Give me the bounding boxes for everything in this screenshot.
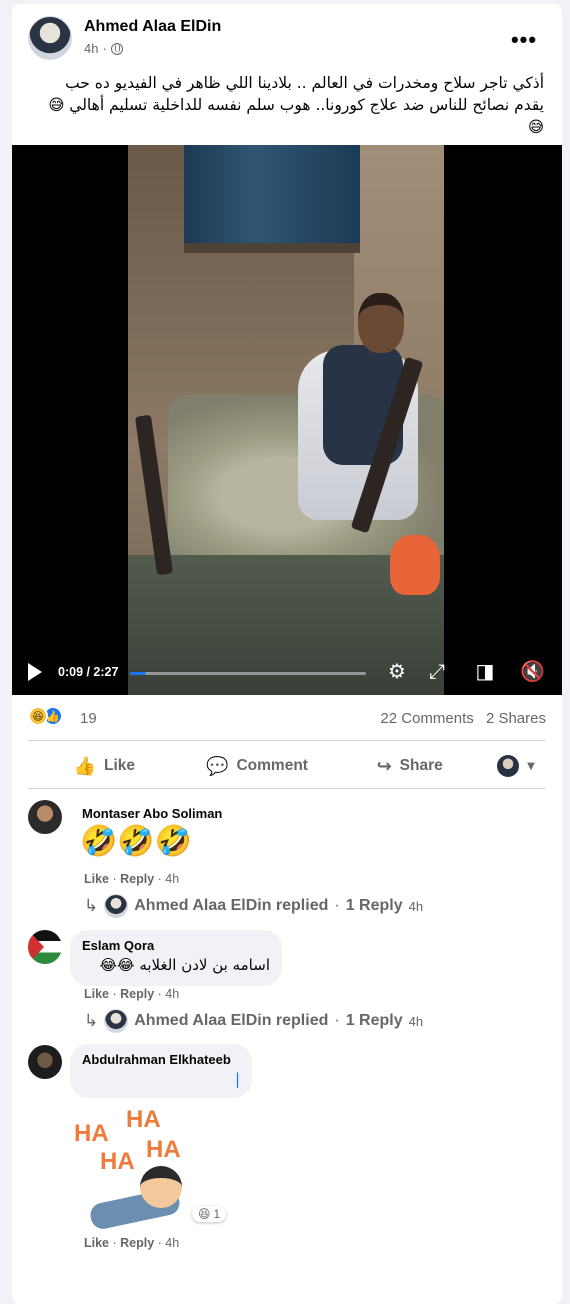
comment-reply-button[interactable]: Reply xyxy=(120,1236,154,1250)
haha-reaction-icon: 😆 xyxy=(28,706,48,726)
comment-text: 🤣🤣🤣 xyxy=(80,824,193,859)
laughing-face-icon xyxy=(140,1166,182,1208)
replies-link[interactable]: ↳ Ahmed Alaa ElDin replied · 1 Reply 4h xyxy=(84,1009,423,1033)
mute-icon[interactable]: 🔇 xyxy=(520,659,545,683)
post-time[interactable]: 4h xyxy=(84,41,98,56)
comment-avatar[interactable] xyxy=(28,800,62,834)
video-person-head xyxy=(358,293,404,353)
reply-count: 1 Reply xyxy=(345,897,403,914)
comment-bubble: Eslam Qora اسامه بن لادن الغلابه 😂😂 xyxy=(70,930,282,986)
globe-icon xyxy=(110,42,123,55)
comment-button[interactable]: 💬 Comment xyxy=(181,748,334,784)
comment-text: اسامه بن لادن الغلابه 😂😂 xyxy=(99,956,271,974)
comment-actions: Like · Reply · 4h xyxy=(84,872,180,886)
comment-author[interactable]: Montaser Abo Soliman xyxy=(70,802,234,821)
reply-dot: · xyxy=(334,897,340,914)
haha-reaction-icon: 😆 xyxy=(198,1207,211,1221)
video-controls: 0:09 / 2:27 ⚙ ⤢ ◨ 🔇 xyxy=(12,645,562,695)
comments-count[interactable]: 22 Comments xyxy=(380,710,473,727)
comment-author[interactable]: Eslam Qora xyxy=(82,938,270,953)
video-progress-fill xyxy=(130,672,146,675)
separator-dot: · xyxy=(102,41,107,56)
comment-label: Comment xyxy=(236,757,308,774)
reaction-count[interactable]: 19 xyxy=(80,710,97,727)
thumbs-up-icon: 👍 xyxy=(73,755,97,777)
like-button[interactable]: 👍 Like xyxy=(28,748,181,784)
reply-arrow-icon: ↳ xyxy=(84,896,99,916)
sticker-word: HA xyxy=(146,1136,181,1163)
reactions-row: 😆 👍 19 22 Comments 2 Shares xyxy=(28,704,546,734)
comment-like-button[interactable]: Like xyxy=(84,1236,109,1250)
flag-triangle xyxy=(28,930,44,964)
shares-count[interactable]: 2 Shares xyxy=(486,710,546,727)
sticker-word: HA xyxy=(100,1148,135,1175)
reply-time: 4h xyxy=(408,1013,424,1029)
profile-avatar xyxy=(497,755,520,777)
divider-top xyxy=(28,740,546,741)
replied-by: Ahmed Alaa ElDin replied xyxy=(134,897,329,914)
video-player[interactable]: 0:09 / 2:27 ⚙ ⤢ ◨ 🔇 xyxy=(12,145,562,695)
more-options-button[interactable]: ••• xyxy=(506,22,542,58)
share-button[interactable]: ↪ Share xyxy=(333,748,486,784)
comment-reply-button[interactable]: Reply xyxy=(120,872,154,886)
comment-avatar[interactable] xyxy=(28,930,62,964)
replied-by: Ahmed Alaa ElDin replied xyxy=(134,1012,329,1029)
comment-time[interactable]: 4h xyxy=(165,987,179,1001)
divider-bottom xyxy=(28,788,546,789)
reaction-badge-count: 1 xyxy=(213,1207,221,1221)
post-card: Ahmed Alaa ElDin 4h · ••• أذكي تاجر سلاح… xyxy=(12,4,562,1304)
comment-like-button[interactable]: Like xyxy=(84,872,109,886)
post-header: Ahmed Alaa ElDin 4h · ••• xyxy=(28,16,550,66)
comment-actions: Like · Reply · 4h xyxy=(84,987,180,1001)
author-avatar[interactable] xyxy=(28,16,72,60)
author-name[interactable]: Ahmed Alaa ElDin xyxy=(84,18,221,36)
fullscreen-icon[interactable]: ⤢ xyxy=(425,659,449,683)
post-text: أذكي تاجر سلاح ومخدرات في العالم .. بلاد… xyxy=(48,74,544,136)
comment-time[interactable]: 4h xyxy=(165,872,179,886)
pip-icon[interactable]: ◨ xyxy=(473,659,497,683)
post-meta: 4h · xyxy=(84,41,123,56)
comment-actions: Like · Reply · 4h xyxy=(84,1236,180,1250)
comment-content: Montaser Abo Soliman 🤣🤣🤣 xyxy=(70,802,234,863)
audience-selector[interactable]: ▼ xyxy=(486,748,546,784)
like-label: Like xyxy=(104,757,136,774)
reply-arrow-icon: ↳ xyxy=(84,1011,99,1031)
comment-reaction-badge[interactable]: 😆 1 xyxy=(192,1206,227,1222)
video-frame xyxy=(128,145,444,695)
reply-count: 1 Reply xyxy=(345,1012,403,1029)
comment-bubble: Abdulrahman Elkhateeb | xyxy=(70,1044,252,1098)
comment-like-button[interactable]: Like xyxy=(84,987,109,1001)
share-label: Share xyxy=(399,757,443,774)
post-actions: 👍 Like 💬 Comment ↪ Share ▼ xyxy=(28,744,546,788)
reply-dot: · xyxy=(334,1012,340,1029)
replier-avatar xyxy=(104,1009,129,1033)
reply-time: 4h xyxy=(408,898,424,914)
play-icon[interactable] xyxy=(28,663,42,681)
video-progress-track[interactable] xyxy=(130,672,366,675)
replier-avatar xyxy=(104,894,129,918)
share-icon: ↪ xyxy=(376,755,392,777)
post-stats: 22 Comments 2 Shares xyxy=(372,710,546,727)
video-window xyxy=(184,145,360,253)
comment-time[interactable]: 4h xyxy=(165,1236,179,1250)
comment-icon: 💬 xyxy=(206,755,229,777)
reaction-icons[interactable]: 😆 👍 xyxy=(28,706,63,726)
video-time: 0:09 / 2:27 xyxy=(58,665,119,679)
comment-author[interactable]: Abdulrahman Elkhateeb xyxy=(82,1052,240,1067)
comment-avatar[interactable] xyxy=(28,1045,62,1079)
settings-icon[interactable]: ⚙ xyxy=(385,659,409,683)
sticker-word: HA xyxy=(74,1120,109,1147)
comment-reply-button[interactable]: Reply xyxy=(120,987,154,1001)
comment-text: | xyxy=(234,1070,240,1088)
caret-down-icon: ▼ xyxy=(527,760,535,772)
video-orange-bag xyxy=(390,535,440,595)
replies-link[interactable]: ↳ Ahmed Alaa ElDin replied · 1 Reply 4h xyxy=(84,894,423,918)
sticker-word: HA xyxy=(126,1106,161,1133)
